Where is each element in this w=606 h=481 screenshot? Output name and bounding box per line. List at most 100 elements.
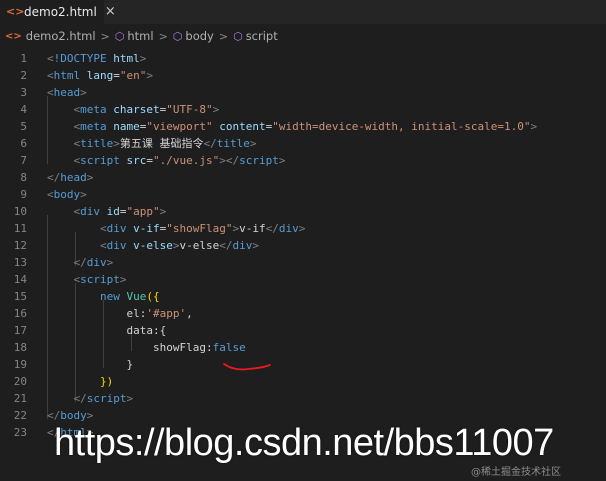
code-token: meta <box>80 103 107 116</box>
code-line[interactable]: 3 <head> <box>0 84 606 101</box>
code-token: > <box>80 86 87 99</box>
code-token: "showFlag" <box>166 222 233 235</box>
code-line[interactable]: 9 <body> <box>0 186 606 203</box>
code-token: </ <box>203 137 217 150</box>
code-token: }) <box>99 375 114 388</box>
code-editor[interactable]: 1 <!DOCTYPE html> 2 <html lang="en"> 3 <head>… <box>0 45 606 445</box>
code-token: script <box>80 273 120 286</box>
code-token: ({ <box>146 290 160 303</box>
code-token: "viewport" <box>146 120 213 133</box>
code-token: div <box>86 256 107 269</box>
code-token: html <box>53 69 81 82</box>
code-text: } <box>47 356 133 373</box>
code-text: <html lang="en"> <box>47 67 153 84</box>
code-token: title <box>80 137 114 150</box>
breadcrumb-file[interactable]: demo2.html <box>26 29 96 43</box>
code-token: el: <box>126 307 147 320</box>
code-token: div <box>106 222 127 235</box>
code-token: div <box>80 205 100 218</box>
code-token: </ <box>47 409 61 422</box>
code-line[interactable]: 18 showFlag:false <box>0 339 606 356</box>
code-line[interactable]: 13 </div> <box>0 254 606 271</box>
code-token: !DOCTYPE <box>53 52 107 65</box>
line-number: 3 <box>20 86 27 99</box>
close-icon[interactable]: × <box>105 5 116 18</box>
code-token: div <box>106 239 127 252</box>
code-token: div <box>232 239 253 252</box>
code-text: <div v-else>v-else</div> <box>47 237 259 254</box>
code-line[interactable]: 20 }) <box>0 373 606 390</box>
line-number: 18 <box>13 341 27 354</box>
code-line[interactable]: 17 data:{ <box>0 322 606 339</box>
breadcrumb-script[interactable]: script <box>246 29 278 43</box>
tab-label: demo2.html <box>24 5 97 19</box>
code-line[interactable]: 12 <div v-else>v-else</div> <box>0 237 606 254</box>
code-token: new <box>99 290 120 303</box>
code-line[interactable]: 7 <script src="./vue.js"></script> <box>0 152 606 169</box>
code-token: = <box>119 205 127 218</box>
code-line[interactable]: 15 new Vue({ <box>0 288 606 305</box>
line-number: 23 <box>13 426 27 439</box>
line-number: 2 <box>20 69 27 82</box>
code-text: </script> <box>47 390 134 407</box>
line-number: 21 <box>13 392 27 405</box>
code-line[interactable]: 5 <meta name="viewport" content="width=d… <box>0 118 606 135</box>
code-line[interactable]: 19 } <box>0 356 606 373</box>
code-line[interactable]: 8 </head> <box>0 169 606 186</box>
code-line[interactable]: 2 <html lang="en"> <box>0 67 606 84</box>
watermark-url: https://blog.csdn.net/bbs11007 <box>54 422 554 464</box>
code-line[interactable]: 16 el:'#app', <box>0 305 606 322</box>
code-token: > <box>159 205 167 218</box>
breadcrumb-html[interactable]: html <box>127 29 153 43</box>
code-token: > <box>80 188 87 201</box>
code-token: head <box>60 171 87 184</box>
line-number: 1 <box>20 52 27 65</box>
tab-bar: <> demo2.html × <box>0 0 606 24</box>
code-token: showFlag: <box>152 341 213 354</box>
code-line[interactable]: 1 <!DOCTYPE html> <box>0 50 606 67</box>
code-token: meta <box>80 120 107 133</box>
code-line[interactable]: 14 <script> <box>0 271 606 288</box>
line-number: 9 <box>20 188 27 201</box>
code-token: lang <box>86 69 114 82</box>
line-number: 13 <box>13 256 27 269</box>
breadcrumb-body[interactable]: body <box>185 29 213 43</box>
code-token: "./vue.js" <box>153 154 220 167</box>
code-text: }) <box>47 373 113 390</box>
code-token: > <box>139 52 147 65</box>
code-line[interactable]: 6 <title>第五课 基础指令</title> <box>0 135 606 152</box>
element-cube-icon: ⬡ <box>172 29 183 43</box>
code-line[interactable]: 21 </script> <box>0 390 606 407</box>
code-line[interactable]: 10 <div id="app"> <box>0 203 606 220</box>
line-number: 4 <box>20 103 27 116</box>
tab-demo2-html[interactable]: <> demo2.html × <box>0 0 116 24</box>
code-token: > <box>252 239 259 252</box>
code-token: div <box>278 222 299 235</box>
code-text: data:{ <box>47 322 166 339</box>
code-token: </ <box>47 171 61 184</box>
code-line[interactable]: 11 <div v-if="showFlag">v-if</div> <box>0 220 606 237</box>
line-number: 19 <box>13 358 27 371</box>
code-token: 第五课 基础指令 <box>119 137 204 150</box>
code-token: = <box>146 154 153 167</box>
code-token: v-if <box>133 222 160 235</box>
code-text: <title>第五课 基础指令</title> <box>47 135 257 152</box>
code-token: charset <box>113 103 160 116</box>
code-line[interactable]: 4 <meta charset="UTF-8"> <box>0 101 606 118</box>
line-number: 5 <box>20 120 27 133</box>
code-token: < <box>47 188 54 201</box>
code-text: <!DOCTYPE html> <box>47 50 146 67</box>
code-token: > <box>86 409 94 422</box>
